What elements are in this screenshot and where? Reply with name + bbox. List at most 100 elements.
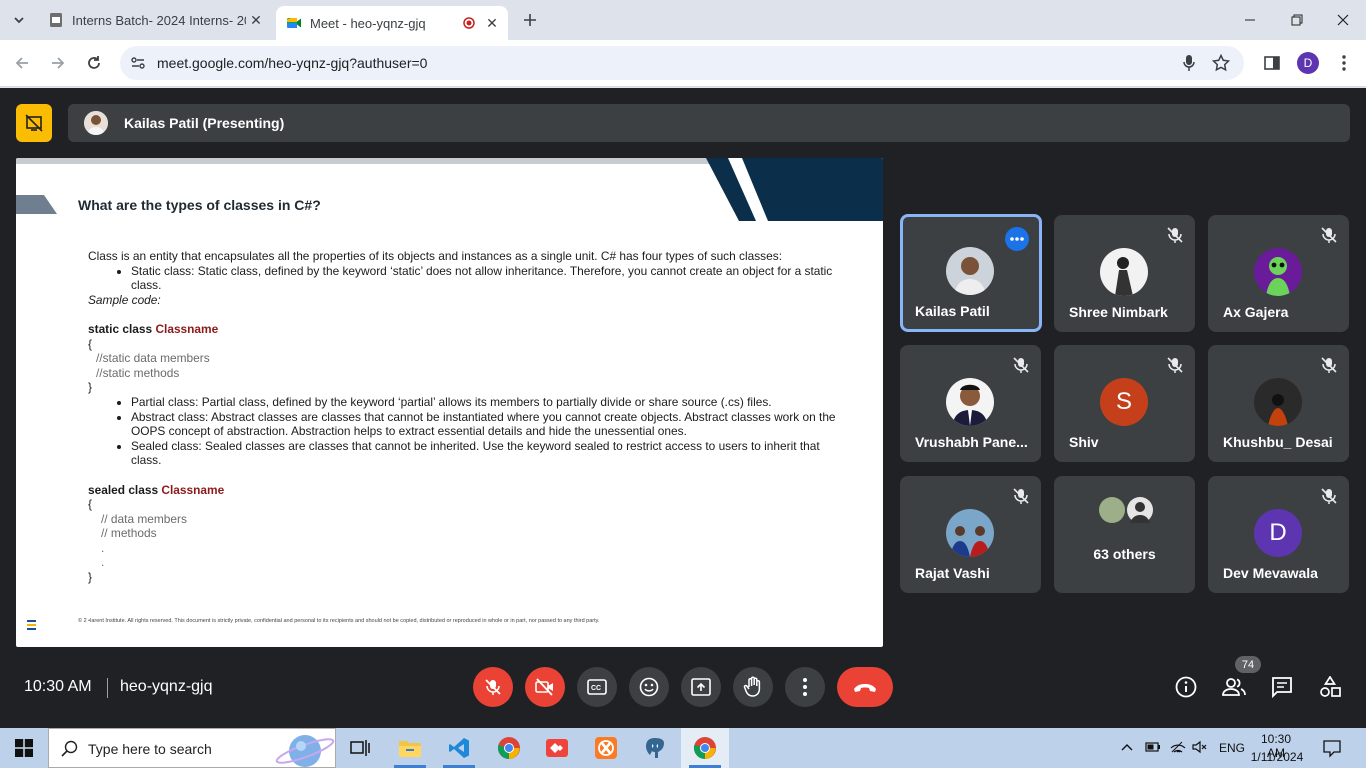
participant-name: Rajat Vashi: [915, 565, 990, 581]
bullet-static: Static class: Static class, defined by t…: [131, 264, 848, 293]
more-options-button[interactable]: [785, 667, 825, 707]
vscode-icon[interactable]: [435, 728, 483, 768]
code-line: .: [101, 555, 105, 570]
participant-tile[interactable]: Vrushabh Pane...: [900, 345, 1041, 462]
code2-header: sealed class Classname: [88, 483, 848, 498]
more-options-icon[interactable]: [1005, 227, 1029, 251]
reload-button[interactable]: [80, 49, 108, 77]
code-keyword: sealed class: [88, 482, 159, 497]
muted-mic-icon: [1013, 488, 1029, 504]
postgresql-icon[interactable]: [631, 728, 679, 768]
meet-area: Kailas Patil (Presenting) What are the t…: [0, 88, 1366, 727]
taskbar-search-input[interactable]: Type here to search: [48, 728, 336, 768]
participant-tile[interactable]: Rajat Vashi: [900, 476, 1041, 593]
slide-decoration: [16, 158, 883, 221]
participant-tile[interactable]: Shree Nimbark: [1054, 215, 1195, 332]
muted-mic-icon: [1013, 357, 1029, 373]
recording-icon: [460, 13, 478, 33]
tab-interns-batch[interactable]: Interns Batch- 2024 Interns- 20... ✕: [40, 6, 272, 34]
avatar: [946, 247, 994, 295]
forward-button[interactable]: [44, 49, 72, 77]
close-tab-icon[interactable]: ✕: [246, 10, 266, 30]
microphone-icon[interactable]: [1182, 54, 1196, 72]
others-avatars: [1099, 497, 1153, 523]
file-explorer-icon[interactable]: [386, 728, 434, 768]
participant-name: Shiv: [1069, 434, 1099, 450]
present-screen-button[interactable]: [681, 667, 721, 707]
chrome-menu-icon[interactable]: [1330, 49, 1358, 77]
tray-date[interactable]: 1/11/2024: [1250, 750, 1304, 764]
bookmark-star-icon[interactable]: [1212, 54, 1230, 72]
close-window-button[interactable]: [1329, 6, 1357, 34]
browser-chrome: Interns Batch- 2024 Interns- 20... ✕ Mee…: [0, 0, 1366, 88]
raise-hand-button[interactable]: [733, 667, 773, 707]
minimize-button[interactable]: [1236, 6, 1264, 34]
muted-mic-icon: [1321, 488, 1337, 504]
participant-tile[interactable]: Ax Gajera: [1208, 215, 1349, 332]
meeting-details-icon[interactable]: [1172, 673, 1200, 701]
close-tab-icon[interactable]: ✕: [482, 13, 502, 33]
language-indicator[interactable]: ENG: [1219, 741, 1245, 755]
leave-call-button[interactable]: [837, 667, 893, 707]
chrome-icon[interactable]: [485, 728, 533, 768]
participant-tile[interactable]: D Dev Mevawala: [1208, 476, 1349, 593]
notifications-icon[interactable]: [1322, 738, 1342, 758]
camera-off-button[interactable]: [525, 667, 565, 707]
avatar: [1100, 248, 1148, 296]
code1-header: static class Classname: [88, 322, 848, 337]
slide-body: Class is an entity that encapsulates all…: [88, 249, 848, 585]
participant-tile[interactable]: S Shiv: [1054, 345, 1195, 462]
bullet-list: Partial class: Partial class, defined by…: [131, 395, 848, 468]
avatar: [946, 378, 994, 426]
slide-footer: © 2 •larent Institute. All rights reserv…: [78, 618, 600, 624]
others-tile[interactable]: 63 others: [1054, 476, 1195, 593]
task-view-icon[interactable]: [336, 728, 384, 768]
participant-name: Vrushabh Pane...: [915, 434, 1028, 450]
bullet-partial: Partial class: Partial class, defined by…: [131, 395, 848, 410]
participant-name: Shree Nimbark: [1069, 304, 1168, 320]
participant-tile[interactable]: Khushbu_ Desai: [1208, 345, 1349, 462]
participant-name: Kailas Patil: [915, 303, 990, 319]
tab-meet[interactable]: Meet - heo-yqnz-gjq ✕: [276, 6, 508, 40]
profile-avatar[interactable]: D: [1294, 49, 1322, 77]
code-line: //static methods: [96, 365, 180, 380]
new-tab-button[interactable]: [516, 6, 544, 34]
wifi-icon[interactable]: [1170, 740, 1186, 754]
site-info-icon[interactable]: [130, 55, 146, 71]
meeting-time: 10:30 AM: [24, 678, 92, 695]
xampp-icon[interactable]: [582, 728, 630, 768]
sheets-icon: [50, 13, 62, 27]
activities-icon[interactable]: [1316, 673, 1344, 701]
svg-text:CC: CC: [591, 685, 601, 692]
participant-tile[interactable]: Kailas Patil: [900, 214, 1042, 332]
anydesk-icon[interactable]: [533, 728, 581, 768]
chrome-active-icon[interactable]: [681, 728, 729, 768]
slide-title: What are the types of classes in C#?: [78, 197, 321, 213]
code-brace: }: [88, 570, 92, 585]
captions-button[interactable]: CC: [577, 667, 617, 707]
show-hidden-icons-icon[interactable]: [1120, 740, 1134, 754]
slide-intro: Class is an entity that encapsulates all…: [88, 249, 782, 263]
microphone-off-button[interactable]: [473, 667, 513, 707]
meet-icon: [287, 18, 301, 28]
code-line: //static data members: [96, 351, 210, 366]
back-button[interactable]: [8, 49, 36, 77]
reactions-button[interactable]: [629, 667, 669, 707]
code-line: // data members: [101, 511, 187, 526]
people-icon[interactable]: [1220, 673, 1248, 701]
avatar: S: [1100, 378, 1148, 426]
stop-presenting-view-icon[interactable]: [16, 104, 52, 142]
code-brace: {: [88, 497, 92, 512]
battery-icon[interactable]: [1145, 740, 1161, 754]
windows-start-icon[interactable]: [0, 728, 48, 768]
avatar: [1254, 248, 1302, 296]
address-bar[interactable]: meet.google.com/heo-yqnz-gjq?authuser=0: [120, 46, 1244, 80]
presenter-label: Kailas Patil (Presenting): [124, 115, 285, 131]
tab-title: Interns Batch- 2024 Interns- 20...: [72, 12, 246, 28]
bullet-abstract: Abstract class: Abstract classes are cla…: [131, 410, 848, 439]
chat-icon[interactable]: [1268, 673, 1296, 701]
side-panel-icon[interactable]: [1258, 49, 1286, 77]
volume-muted-icon[interactable]: [1192, 740, 1208, 754]
tab-search-icon[interactable]: [5, 6, 33, 34]
restore-button[interactable]: [1283, 6, 1311, 34]
